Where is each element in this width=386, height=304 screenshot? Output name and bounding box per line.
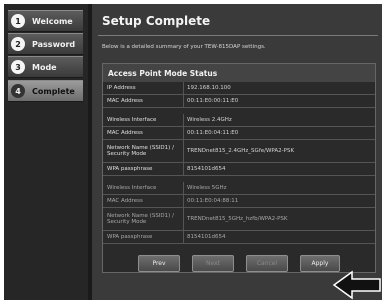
row-value: TRENDnet815_5GHz_hzfb/WPA2-PSK: [183, 208, 371, 230]
row-label: Network Name (SSID1) / Security Mode: [107, 213, 174, 225]
setup-wizard-window: 1 Welcome 2 Password 3 Mode 4 Complete S…: [4, 4, 382, 300]
cancel-button[interactable]: Cancel: [246, 255, 288, 272]
row-value: 00:11:E0:00:11:E0: [183, 95, 371, 107]
row-label: WPA passphrase: [107, 234, 153, 240]
table-row: MAC Address 00:11:E0:04:88:11: [103, 195, 375, 208]
row-value: 00:11:E0:04:88:11: [183, 195, 371, 207]
main-content: Setup Complete Below is a detailed summa…: [92, 4, 382, 300]
sidebar-item-label: Password: [32, 39, 76, 49]
row-label: MAC Address: [107, 130, 143, 136]
next-button[interactable]: Next: [192, 255, 234, 272]
row-value: Wireless 2.4GHz: [183, 114, 371, 126]
table-row: MAC Address 00:11:E0:04:11:E0: [103, 127, 375, 140]
title-divider: [98, 35, 378, 36]
row-value: 8154101d654: [183, 163, 371, 175]
status-panel: Access Point Mode Status IP Address 192.…: [102, 63, 376, 273]
prev-button[interactable]: Prev: [138, 255, 180, 272]
sidebar-item-label: Mode: [32, 62, 57, 72]
table-row: IP Address 192.168.10.100: [103, 82, 375, 95]
table-row: Wireless Interface Wireless 5GHz: [103, 182, 375, 195]
sidebar-item-mode[interactable]: 3 Mode: [8, 56, 83, 78]
row-label: MAC Address: [107, 198, 143, 204]
row-label: MAC Address: [107, 98, 143, 104]
sidebar-item-welcome[interactable]: 1 Welcome: [8, 10, 83, 32]
summary-description: Below is a detailed summary of your TEW-…: [102, 44, 266, 50]
pointer-arrow-icon: [332, 270, 381, 300]
row-value: 8154101d654: [183, 231, 371, 243]
step-number-badge: 3: [11, 60, 25, 74]
row-label: Wireless Interface: [107, 117, 157, 123]
sidebar-item-label: Complete: [32, 86, 75, 96]
sidebar-item-complete[interactable]: 4 Complete: [8, 80, 83, 102]
table-row: WPA passphrase 8154101d654: [103, 231, 375, 244]
row-label: WPA passphrase: [107, 166, 153, 172]
sidebar-item-label: Welcome: [32, 16, 73, 26]
panel-title: Access Point Mode Status: [103, 64, 375, 82]
row-value: TRENDnet815_2.4GHz_SGfe/WPA2-PSK: [183, 140, 371, 162]
table-row: Wireless Interface Wireless 2.4GHz: [103, 114, 375, 127]
row-label: Wireless Interface: [107, 185, 157, 191]
page-title: Setup Complete: [102, 14, 211, 28]
row-label: Network Name (SSID1) / Security Mode: [107, 145, 174, 157]
row-label: IP Address: [107, 85, 136, 91]
row-value: Wireless 5GHz: [183, 182, 371, 194]
row-value: 00:11:E0:04:11:E0: [183, 127, 371, 139]
step-number-badge: 2: [11, 37, 25, 51]
table-row: WPA passphrase 8154101d654: [103, 163, 375, 176]
table-row: Network Name (SSID1) / Security Mode TRE…: [103, 140, 375, 163]
row-value: 192.168.10.100: [183, 82, 371, 94]
table-row: Network Name (SSID1) / Security Mode TRE…: [103, 208, 375, 231]
step-number-badge: 4: [11, 84, 25, 98]
step-number-badge: 1: [11, 14, 25, 28]
wizard-steps-sidebar: 1 Welcome 2 Password 3 Mode 4 Complete: [4, 4, 88, 300]
sidebar-item-password[interactable]: 2 Password: [8, 33, 83, 55]
table-row: MAC Address 00:11:E0:00:11:E0: [103, 95, 375, 108]
